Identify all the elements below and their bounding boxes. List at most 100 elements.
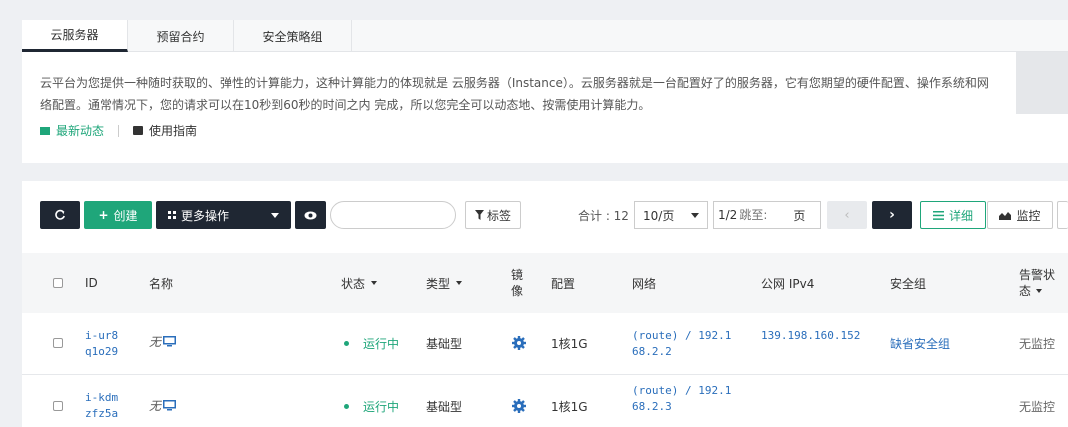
col-id: ID — [85, 276, 98, 290]
col-ipv4: 公网 IPv4 — [761, 276, 815, 291]
status-dot-icon — [344, 404, 349, 409]
gear-icon — [512, 336, 526, 350]
table-row[interactable]: i-kdm zfz5a 无 运行中 基础型 1核1G (route) / 192… — [22, 375, 1068, 427]
tab-reserved-contracts[interactable]: 预留合约 — [128, 20, 234, 52]
caret-down-icon — [271, 212, 279, 218]
chevron-left-icon: ‹ — [844, 207, 850, 223]
instance-id-line1: i-kdm — [85, 391, 119, 404]
page-jump: 1/2 页 — [713, 201, 821, 229]
col-image: 镜 像 — [511, 253, 523, 313]
page-size-select[interactable]: 10/页 — [634, 201, 708, 229]
tag-label: 标签 — [486, 208, 511, 223]
grid-icon — [168, 211, 176, 219]
create-button[interactable]: + 创建 — [84, 201, 152, 229]
network-line2: 68.2.3 — [632, 400, 672, 413]
row-checkbox[interactable] — [53, 338, 63, 348]
row-checkbox[interactable] — [53, 401, 63, 411]
monitor-icon — [163, 336, 177, 347]
news-link[interactable]: 最新动态 — [40, 122, 104, 139]
instance-type: 基础型 — [426, 400, 463, 414]
instance-id-line2: zfz5a — [85, 407, 119, 420]
table-row[interactable]: i-ur8 q1o29 无 运行中 基础型 1核1G (route) / 192… — [22, 313, 1068, 375]
col-alarm-line2: 态 — [1019, 284, 1032, 298]
eye-icon — [304, 211, 317, 219]
alarm-status: 无监控 — [1019, 400, 1056, 414]
col-security-group: 安全组 — [890, 276, 927, 291]
monitor-label: 监控 — [1016, 208, 1041, 223]
filter-icon — [474, 210, 484, 220]
detail-label: 详细 — [948, 208, 973, 223]
chevron-right-icon: › — [889, 207, 895, 223]
col-alarm[interactable]: 告警状 态 — [1019, 253, 1055, 313]
sort-caret-icon — [1036, 289, 1043, 293]
chevron-down-icon — [691, 212, 699, 218]
news-icon — [40, 126, 50, 135]
tab-instances[interactable]: 云服务器 — [22, 20, 128, 52]
image-icon[interactable] — [511, 398, 527, 414]
col-type[interactable]: 类型 — [426, 253, 463, 313]
page-size-value: 10/页 — [643, 208, 675, 223]
instance-name-value: 无 — [149, 399, 162, 413]
more-actions-dropdown[interactable]: 更多操作 — [156, 201, 291, 229]
status-running: 运行中 — [344, 335, 399, 352]
next-page-button[interactable]: › — [872, 201, 912, 229]
col-image-line1: 镜 — [511, 268, 524, 282]
tag-filter-button[interactable]: 标签 — [465, 201, 521, 229]
instance-id-link[interactable]: i-ur8 q1o29 — [85, 328, 118, 360]
guide-link[interactable]: 使用指南 — [133, 122, 197, 139]
intro-panel: 云平台为您提供一种随时获取的、弹性的计算能力，这种计算能力的体现就是 云服务器（… — [22, 52, 1068, 163]
public-ipv4-link[interactable]: 139.198.160.152 — [761, 328, 860, 344]
refresh-icon — [55, 209, 65, 220]
instance-type: 基础型 — [426, 337, 463, 351]
monitor-icon — [163, 400, 177, 411]
link-divider — [118, 124, 120, 137]
plus-icon: + — [98, 208, 109, 222]
intro-links: 最新动态 使用指南 — [40, 122, 197, 139]
instance-id-link[interactable]: i-kdm zfz5a — [85, 390, 118, 422]
create-label: 创建 — [113, 208, 138, 223]
instance-config: 1核1G — [551, 400, 588, 414]
col-alarm-line1: 告警状 — [1019, 268, 1056, 282]
area-chart-icon — [999, 211, 1012, 220]
col-network: 网络 — [632, 276, 657, 291]
col-image-line2: 像 — [511, 284, 524, 298]
gear-icon — [512, 399, 526, 413]
network-link[interactable]: (route) / 192.1 68.2.2 — [632, 328, 731, 360]
total-count: 合计 : 12 — [578, 209, 629, 223]
refresh-button[interactable] — [40, 201, 80, 229]
col-config: 配置 — [551, 276, 576, 291]
page-indicator: 1/2 — [718, 208, 738, 222]
monitor-view-button[interactable]: 监控 — [987, 201, 1053, 229]
intro-illustration — [1016, 52, 1068, 114]
instance-id-line1: i-ur8 — [85, 329, 119, 342]
network-line1: (route) / 192.1 — [632, 329, 732, 342]
tab-security-policy[interactable]: 安全策略组 — [234, 20, 352, 52]
status-text: 运行中 — [363, 400, 400, 414]
security-group-link[interactable]: 缺省安全组 — [890, 335, 950, 352]
network-line2: 68.2.2 — [632, 345, 672, 358]
instance-name[interactable]: 无 — [149, 333, 177, 350]
status-dot-icon — [344, 341, 349, 346]
instance-name[interactable]: 无 — [149, 397, 177, 414]
alarm-status: 无监控 — [1019, 337, 1056, 351]
col-name: 名称 — [149, 276, 174, 291]
select-all-checkbox[interactable] — [53, 278, 63, 288]
book-icon — [133, 126, 144, 135]
jump-page-input[interactable] — [737, 203, 784, 227]
detail-view-button[interactable]: 详细 — [920, 201, 986, 229]
search-input[interactable] — [330, 201, 456, 229]
image-icon[interactable] — [511, 335, 527, 351]
status-text: 运行中 — [363, 337, 400, 351]
page-unit: 页 — [793, 208, 806, 223]
table-header: ID 名称 状态 类型 镜 像 配置 网络 公网 IPv4 安全组 告警状 态 — [22, 253, 1068, 313]
visibility-button[interactable] — [295, 201, 326, 229]
col-status[interactable]: 状态 — [341, 253, 378, 313]
tab-bar: 云服务器 预留合约 安全策略组 — [22, 20, 1068, 52]
sort-caret-icon — [371, 281, 378, 285]
prev-page-button[interactable]: ‹ — [827, 201, 867, 229]
guide-label: 使用指南 — [149, 124, 198, 138]
network-link[interactable]: (route) / 192.1 68.2.3 — [632, 383, 731, 415]
col-type-label: 类型 — [426, 276, 451, 291]
more-view-button[interactable] — [1057, 201, 1068, 229]
instance-name-value: 无 — [149, 335, 162, 349]
